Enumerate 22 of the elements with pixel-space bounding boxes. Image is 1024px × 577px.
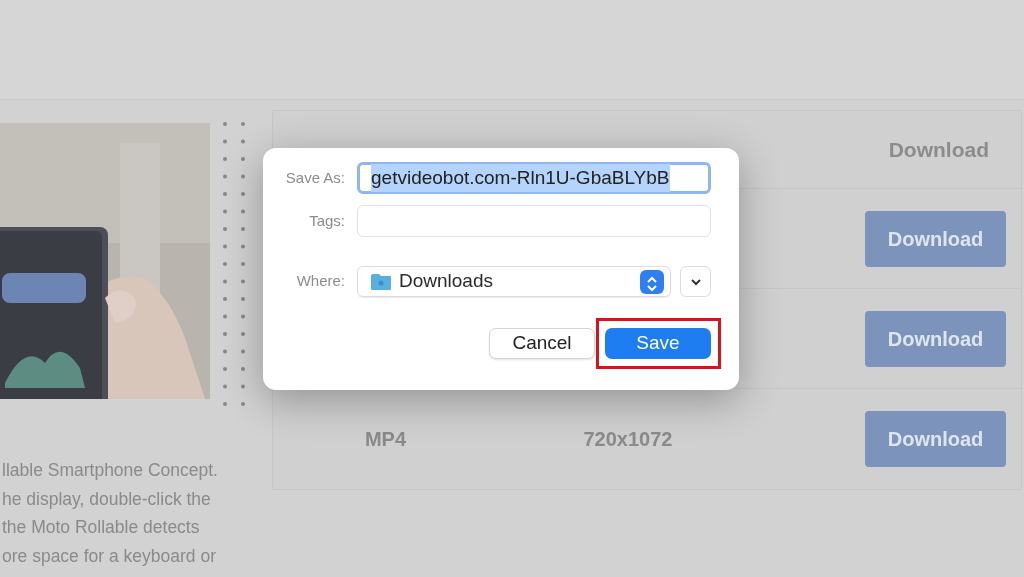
paragraph-line: ore space for a keyboard or [2,544,217,568]
download-button[interactable]: Download [865,210,1006,267]
size-cell-text: 720x1072 [582,427,674,452]
field-label: Save As: [284,167,346,188]
paragraph-line: llable Smartphone Concept. [2,459,219,482]
stepper-icon [640,269,664,294]
expand-button[interactable] [680,266,711,297]
paragraph-line: the Moto Rollable detects [2,516,201,539]
save-button[interactable]: Save [605,328,711,359]
cancel-button[interactable]: Cancel [489,328,595,359]
download-button[interactable]: Download [865,411,1006,467]
chevron-down-icon [689,277,702,286]
format-cell-text: MP4 [363,427,408,452]
field-label: Tags: [308,210,346,231]
filename-field[interactable]: getvideobot.com-Rln1U-GbaBLYbB [357,162,711,194]
field-label: Where: [295,271,346,292]
download-button[interactable]: Download [865,310,1006,367]
paragraph-line: he display, double-click the [2,487,212,511]
location-select[interactable]: Downloads [357,266,671,297]
folder-icon [370,272,392,291]
column-header: Download [888,136,989,163]
tags-field[interactable] [357,205,711,237]
